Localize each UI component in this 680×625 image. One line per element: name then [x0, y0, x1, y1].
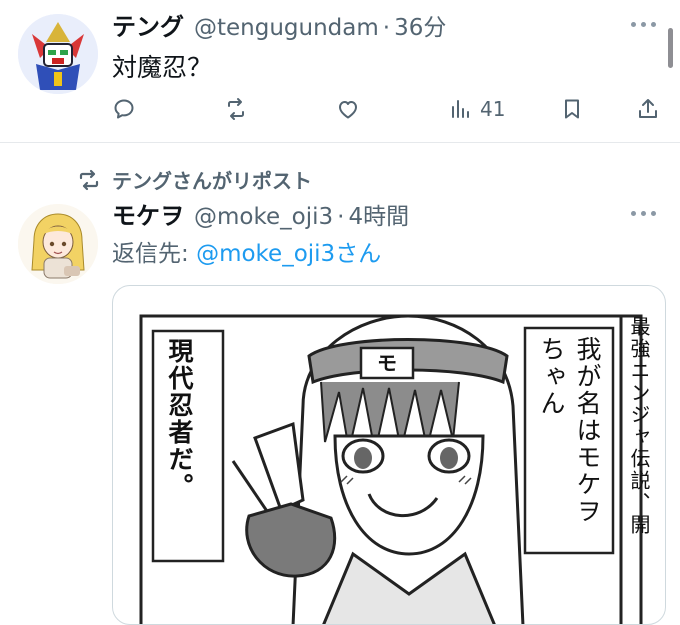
bookmark-icon: [565, 99, 579, 119]
heart-icon: [339, 101, 357, 119]
reply-to: 返信先: @moke_oji3さん: [112, 239, 381, 269]
scrollbar[interactable]: [668, 28, 673, 68]
tweet-image[interactable]: モ 現代忍者だ。 我が名はモケヲちゃん 最強ニンジャ伝説、開: [112, 285, 666, 625]
retweet-button[interactable]: [224, 92, 248, 126]
tweet-2[interactable]: テングさんがリポスト モケヲ @moke_oji3 · 4時間 返信先: @mo…: [0, 143, 680, 625]
reply-suffix[interactable]: さん: [335, 241, 381, 267]
retweet-icon: [79, 169, 99, 190]
retweet-icon: [228, 98, 244, 120]
tweet-header: テング @tengugundam · 36分: [112, 12, 446, 43]
headband-char: モ: [377, 351, 397, 375]
share-icon: [639, 99, 657, 118]
dot-icon: [631, 211, 636, 216]
avatar[interactable]: [18, 14, 98, 94]
blonde-girl-avatar-icon: [18, 204, 98, 284]
user-handle[interactable]: @moke_oji3: [194, 202, 333, 232]
separator: ·: [382, 15, 391, 41]
views-icon: [452, 100, 469, 118]
user-handle[interactable]: @tengugundam: [194, 13, 379, 43]
more-options-button[interactable]: [631, 22, 656, 27]
dot-icon: [641, 22, 646, 27]
tweet-text: 対魔忍？: [112, 53, 213, 82]
timestamp[interactable]: 4時間: [348, 202, 409, 232]
reply-prefix: 返信先:: [112, 241, 189, 267]
left-caption: 現代忍者だ。: [165, 338, 194, 500]
display-name[interactable]: モケヲ: [112, 201, 184, 231]
avatar[interactable]: [18, 204, 98, 284]
tweet-header: モケヲ @moke_oji3 · 4時間: [112, 201, 409, 232]
tweet-actions: 41: [112, 92, 672, 126]
dot-icon: [631, 22, 636, 27]
robot-avatar-icon: [18, 14, 98, 94]
share-button[interactable]: [636, 92, 660, 126]
like-button[interactable]: [336, 92, 360, 126]
dot-icon: [641, 211, 646, 216]
views-count: 41: [480, 97, 506, 121]
reply-mention-link[interactable]: @moke_oji3: [196, 241, 335, 267]
reply-button[interactable]: [112, 92, 136, 126]
right-caption: 最強ニンジャ伝説、開: [627, 316, 651, 536]
repost-label: テングさんがリポスト: [112, 169, 312, 193]
reply-icon: [114, 99, 134, 119]
separator: ·: [337, 204, 345, 230]
speech-caption: 我が名はモケヲちゃん: [537, 336, 602, 525]
dot-icon: [651, 22, 656, 27]
bookmark-button[interactable]: [560, 92, 584, 126]
timestamp[interactable]: 36分: [394, 13, 446, 43]
views-button[interactable]: 41: [448, 92, 505, 126]
dot-icon: [651, 211, 656, 216]
repost-indicator[interactable]: テングさんがリポスト: [76, 165, 312, 194]
tweet-1[interactable]: テング @tengugundam · 36分 対魔忍？ 41: [0, 0, 680, 142]
display-name[interactable]: テング: [112, 12, 184, 42]
more-options-button[interactable]: [631, 211, 656, 216]
